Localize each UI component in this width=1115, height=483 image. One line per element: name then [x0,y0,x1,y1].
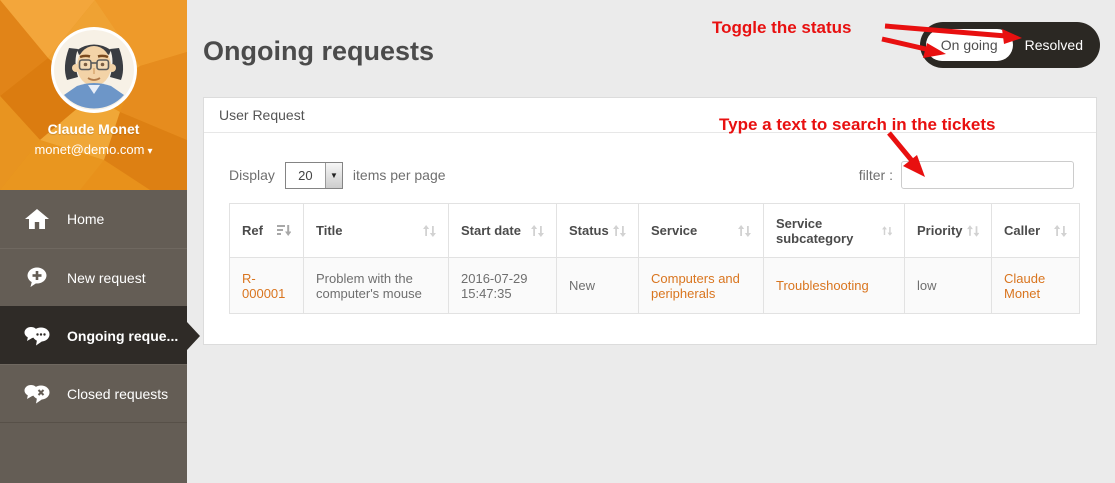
status-toggle[interactable]: On going Resolved [920,22,1100,68]
display-label: Display [229,167,275,183]
dropdown-caret-icon: ▾ [148,146,153,157]
closed-requests-icon [24,383,50,404]
ticket-ref-link[interactable]: R-000001 [242,271,285,301]
sidebar-item-label: Home [67,211,104,227]
profile-name: Claude Monet [0,121,187,137]
column-label: Start date [461,223,521,238]
filter-input[interactable] [901,161,1074,189]
column-header-priority[interactable]: Priority [905,204,992,258]
profile-email-text: monet@demo.com [34,142,144,157]
sidebar-item-ongoing-requests[interactable]: Ongoing reque... [0,306,187,365]
sort-both-icon [967,225,979,237]
column-label: Priority [917,223,963,238]
annotation-filter-search: Type a text to search in the tickets [719,115,996,135]
column-header-service[interactable]: Service [639,204,764,258]
user-avatar[interactable] [51,27,137,113]
annotation-toggle-status: Toggle the status [712,18,851,38]
sidebar-item-label: Ongoing reque... [67,328,178,344]
column-label: Ref [242,223,263,238]
profile-email-dropdown[interactable]: monet@demo.com ▾ [0,142,187,157]
sidebar-item-label: New request [67,270,146,286]
cell-service-subcategory: Troubleshooting [764,258,905,314]
table-controls: Display 20 ▼ items per page filter : [229,161,1074,189]
cell-priority: low [905,258,992,314]
column-header-service-subcategory[interactable]: Service subcategory [764,204,905,258]
sort-both-icon [1054,225,1067,237]
items-per-page-label: items per page [353,167,446,183]
table-header-row: Ref Title Start date Status Service Serv… [230,204,1080,258]
toggle-option-resolved[interactable]: Resolved [1025,37,1083,53]
cell-title: Problem with the computer's mouse [304,258,449,314]
column-header-ref[interactable]: Ref [230,204,304,258]
sidebar-item-home[interactable]: Home [0,190,187,249]
sort-both-icon [882,225,892,237]
page-size-select[interactable]: 20 ▼ [285,162,343,189]
caller-link[interactable]: Claude Monet [1004,271,1045,301]
requests-table: Ref Title Start date Status Service Serv… [229,203,1080,314]
cell-ref: R-000001 [230,258,304,314]
sidebar-item-new-request[interactable]: New request [0,248,187,307]
ongoing-requests-icon [24,325,50,346]
cell-status: New [557,258,639,314]
service-subcategory-link[interactable]: Troubleshooting [776,278,869,293]
column-header-caller[interactable]: Caller [992,204,1080,258]
column-label: Service [651,223,697,238]
sort-desc-icon [277,224,291,237]
table-row: R-000001 Problem with the computer's mou… [230,258,1080,314]
column-header-start-date[interactable]: Start date [449,204,557,258]
service-link[interactable]: Computers and peripherals [651,271,740,301]
page-title: Ongoing requests [203,36,434,67]
toggle-option-ongoing[interactable]: On going [926,29,1013,61]
profile-panel: Claude Monet monet@demo.com ▾ [0,0,187,190]
app-window: Claude Monet monet@demo.com ▾ Home New re… [0,0,1115,483]
column-label: Title [316,223,343,238]
sidebar-item-label: Closed requests [67,386,168,402]
sort-both-icon [613,225,626,237]
select-caret-icon[interactable]: ▼ [325,163,342,188]
column-label: Status [569,223,609,238]
filter-label: filter : [859,167,893,183]
filter-wrap: filter : [859,161,1074,189]
column-header-title[interactable]: Title [304,204,449,258]
column-label: Caller [1004,223,1040,238]
cell-start-date: 2016-07-29 15:47:35 [449,258,557,314]
sidebar: Claude Monet monet@demo.com ▾ Home New re… [0,0,187,483]
column-header-status[interactable]: Status [557,204,639,258]
new-request-icon [24,267,50,288]
page-size-value: 20 [286,163,325,188]
sort-both-icon [738,225,751,237]
home-icon [24,209,50,229]
cell-caller: Claude Monet [992,258,1080,314]
sort-both-icon [423,225,436,237]
sidebar-item-closed-requests[interactable]: Closed requests [0,364,187,423]
sort-both-icon [531,225,544,237]
panel-body: Display 20 ▼ items per page filter : [204,133,1096,314]
cell-service: Computers and peripherals [639,258,764,314]
column-label: Service subcategory [776,216,878,246]
